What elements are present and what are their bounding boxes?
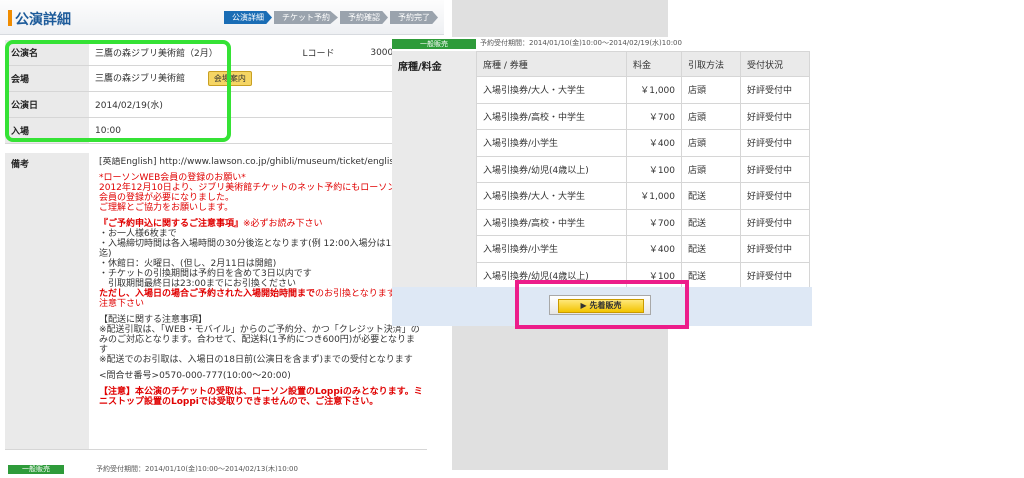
progress-steps: 公演詳細 チケット予約 予約確認 予約完了 — [224, 11, 440, 24]
ticket-type: 入場引換券/大人・大学生 — [476, 182, 627, 210]
seat-price-label: 席種/料金 — [398, 62, 442, 73]
step-complete: 予約完了 — [390, 11, 438, 24]
bottom-general-sale-tab: 一般販売 — [8, 465, 64, 474]
ticket-pickup: 店頭 — [681, 155, 741, 183]
ticket-price: ￥1,000 — [626, 76, 682, 104]
step-confirm: 予約確認 — [340, 11, 388, 24]
caution-block: 『ご予約申込に関するご注意事項』※必ずお読み下さい ・お一人様6枚まで ・入場締… — [99, 219, 423, 309]
entry-label: 入場 — [5, 117, 89, 144]
panel-footer: ▶ 先着販売 — [392, 287, 812, 326]
panel-general-sale-tab: 一般販売 — [392, 39, 476, 49]
ticket-type: 入場引換券/大人・大学生 — [476, 76, 627, 104]
delivery-notice: 【配送に関する注意事項】 ※配送引取は、「WEB・モバイル」からのご予約分、かつ… — [99, 315, 420, 365]
entry-value: 10:00 — [89, 117, 427, 144]
ticket-status: 好評受付中 — [740, 182, 810, 210]
bottom-reservation-period: 予約受付期間：2014/01/10(金)10:00～2014/02/13(木)1… — [96, 465, 298, 473]
row-venue: 会場 三鷹の森ジブリ美術館 会場案内 — [5, 65, 427, 92]
ticket-row: 入場引換券/小学生 ￥400 店頭 好評受付中 — [476, 129, 810, 157]
presale-label: 先着販売 — [589, 301, 622, 310]
ticket-type: 入場引換券/高校・中学生 — [476, 208, 627, 236]
ticket-pickup: 店頭 — [681, 76, 741, 104]
left-page: 公演詳細 公演詳細 チケット予約 予約確認 予約完了 公演名 三鷹の森ジブリ美術… — [0, 0, 452, 478]
col-pickup: 引取方法 — [681, 51, 741, 77]
inquiry-number: <問合せ番号>0570-000-777(10:00～20:00) — [99, 371, 291, 381]
ticket-type: 入場引換券/幼児(4歳以上) — [476, 155, 627, 183]
ticket-pickup: 配送 — [681, 208, 741, 236]
ticket-price: ￥400 — [626, 235, 682, 263]
ticket-row: 入場引換券/大人・大学生 ￥1,000 店頭 好評受付中 — [476, 76, 810, 104]
ticket-pickup: 配送 — [681, 235, 741, 263]
ticket-pickup: 配送 — [681, 261, 741, 289]
title-accent-bar — [8, 10, 12, 26]
caution-note: ※必ずお読み下さい — [243, 219, 323, 229]
ticket-row: 入場引換券/高校・中学生 ￥700 店頭 好評受付中 — [476, 102, 810, 130]
ticket-row: 入場引換券/大人・大学生 ￥1,000 配送 好評受付中 — [476, 182, 810, 210]
col-ticket-type: 席種 / 券種 — [476, 51, 627, 77]
venue-value: 三鷹の森ジブリ美術館 — [95, 74, 186, 84]
ticket-status: 好評受付中 — [740, 261, 810, 289]
row-date: 公演日 2014/02/19(水) — [5, 91, 427, 118]
ticket-row: 入場引換券/高校・中学生 ￥700 配送 好評受付中 — [476, 208, 810, 236]
step-detail: 公演詳細 — [224, 11, 272, 24]
notes-label: 備考 — [11, 160, 30, 170]
venue-guide-label: 会場案内 — [213, 74, 246, 83]
performance-label: 公演名 — [5, 40, 89, 66]
ticket-status: 好評受付中 — [740, 102, 810, 130]
panel-reservation-period: 予約受付期間：2014/01/10(金)10:00～2014/02/19(水)1… — [480, 39, 682, 47]
ticket-row: 入場引換券/幼児(4歳以上) ￥100 店頭 好評受付中 — [476, 155, 810, 183]
english-link[interactable]: [英語English] http://www.lawson.co.jp/ghib… — [99, 157, 423, 167]
row-performance: 公演名 三鷹の森ジブリ美術館（2月） Lコード 30002 — [5, 40, 427, 66]
presale-button[interactable]: ▶ 先着販売 — [549, 295, 651, 315]
ticket-panel: 一般販売 予約受付期間：2014/01/10(金)10:00～2014/02/1… — [392, 37, 812, 326]
seat-price-label-cell: 席種/料金 — [392, 51, 477, 287]
notes-section: 備考 [英語English] http://www.lawson.co.jp/g… — [5, 153, 427, 450]
ticket-price: ￥400 — [626, 129, 682, 157]
ticket-status: 好評受付中 — [740, 155, 810, 183]
ticket-status: 好評受付中 — [740, 208, 810, 236]
loppi-notice: 【注意】本公演のチケットの受取は、ローソン設置のLoppiのみとなります。ミニス… — [99, 387, 423, 407]
ticket-header-row: 席種 / 券種 料金 引取方法 受付状況 — [476, 51, 810, 77]
web-member-notice: *ローソンWEB会員の登録のお願い* 2012年12月10日より、ジブリ美術館チ… — [99, 173, 418, 213]
venue-cell: 三鷹の森ジブリ美術館 会場案内 — [89, 65, 427, 92]
ticket-price: ￥700 — [626, 208, 682, 236]
ticket-price: ￥1,000 — [626, 182, 682, 210]
presale-button-face: ▶ 先着販売 — [558, 299, 644, 313]
ticket-status: 好評受付中 — [740, 76, 810, 104]
step-reserve: チケット予約 — [274, 11, 338, 24]
date-value: 2014/02/19(水) — [89, 91, 427, 118]
ticket-type: 入場引換券/幼児(4歳以上) — [476, 261, 627, 289]
ticket-pickup: 店頭 — [681, 102, 741, 130]
date-label: 公演日 — [5, 91, 89, 118]
ticket-type: 入場引換券/小学生 — [476, 235, 627, 263]
caution-red-bold: ただし、入場日の場合ご予約された入場開始時間まで — [99, 289, 316, 299]
ticket-table: 席種 / 券種 料金 引取方法 受付状況 入場引換券/大人・大学生 ￥1,000… — [476, 51, 810, 289]
ticket-price: ￥100 — [626, 261, 682, 289]
page-title: 公演詳細 — [15, 12, 71, 28]
notes-body: [英語English] http://www.lawson.co.jp/ghib… — [99, 157, 423, 413]
page-header: 公演詳細 公演詳細 チケット予約 予約確認 予約完了 — [0, 0, 444, 35]
row-entry: 入場 10:00 — [5, 117, 427, 144]
play-arrow-icon: ▶ — [580, 301, 587, 310]
venue-guide-button[interactable]: 会場案内 — [207, 71, 252, 86]
ticket-type: 入場引換券/小学生 — [476, 129, 627, 157]
ticket-price: ￥700 — [626, 102, 682, 130]
ticket-status: 好評受付中 — [740, 235, 810, 263]
performance-info-table: 公演名 三鷹の森ジブリ美術館（2月） Lコード 30002 会場 三鷹の森ジブリ… — [5, 40, 427, 144]
caution-title: 『ご予約申込に関するご注意事項』 — [99, 219, 244, 229]
ticket-row: 入場引換券/小学生 ￥400 配送 好評受付中 — [476, 235, 810, 263]
performance-value: 三鷹の森ジブリ美術館（2月） — [89, 40, 297, 66]
ticket-status: 好評受付中 — [740, 129, 810, 157]
col-price: 料金 — [626, 51, 682, 77]
ticket-price: ￥100 — [626, 155, 682, 183]
lcode-label: Lコード — [296, 40, 365, 66]
venue-label: 会場 — [5, 65, 89, 92]
ticket-type: 入場引換券/高校・中学生 — [476, 102, 627, 130]
caution-body: ・お一人様6枚まで ・入場締切時間は各入場時間の30分後迄となります(例 12:… — [99, 229, 412, 289]
col-status: 受付状況 — [740, 51, 810, 77]
notes-label-cell: 備考 — [5, 153, 89, 449]
ticket-row: 入場引換券/幼児(4歳以上) ￥100 配送 好評受付中 — [476, 261, 810, 289]
ticket-pickup: 配送 — [681, 182, 741, 210]
ticket-pickup: 店頭 — [681, 129, 741, 157]
